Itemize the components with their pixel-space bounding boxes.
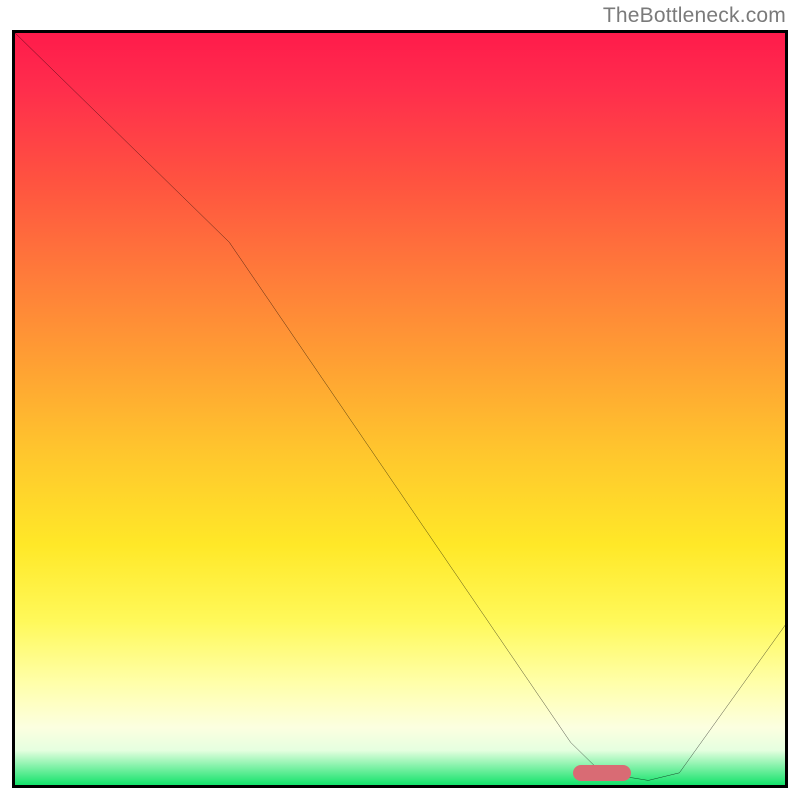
optimal-range-marker (573, 765, 631, 781)
curve-path (12, 30, 788, 780)
chart-frame (12, 30, 788, 788)
bottleneck-curve (12, 30, 788, 788)
watermark-text: TheBottleneck.com (603, 4, 786, 28)
